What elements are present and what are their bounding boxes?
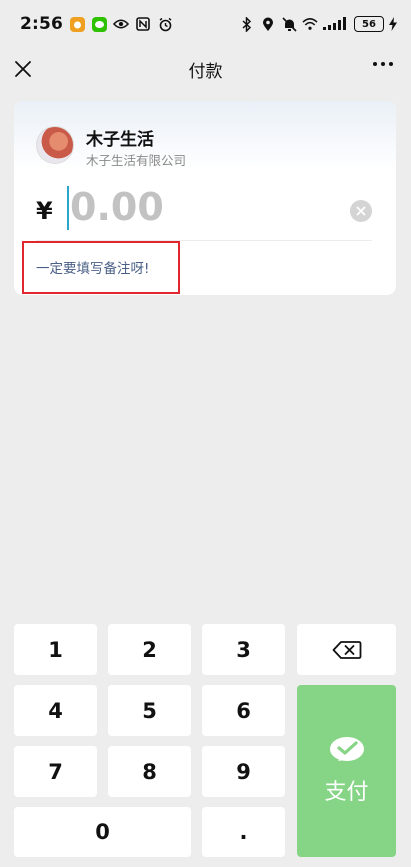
- eye-icon: [113, 16, 130, 32]
- key-2[interactable]: 2: [108, 624, 191, 675]
- key-decimal[interactable]: .: [202, 807, 285, 857]
- backspace-icon: [332, 640, 361, 659]
- nav-bar: 付款: [0, 48, 411, 90]
- bluetooth-icon: [239, 16, 255, 32]
- location-icon: [260, 16, 276, 32]
- key-6[interactable]: 6: [202, 685, 285, 736]
- amount-value: 0.00: [70, 185, 164, 229]
- more-options-button[interactable]: [373, 62, 393, 66]
- alarm-icon: [157, 16, 173, 32]
- key-8[interactable]: 8: [108, 746, 191, 797]
- wechat-pay-icon: [329, 737, 364, 761]
- key-3[interactable]: 3: [202, 624, 285, 675]
- payment-card: 木子生活 木子生活有限公司 ¥ 0.00 一定要填写备注呀!: [14, 101, 396, 295]
- app-notification-icon: [69, 16, 85, 32]
- merchant-name: 木子生活: [86, 130, 154, 150]
- clear-amount-button[interactable]: [350, 200, 372, 222]
- pay-button-label: 支付: [324, 780, 369, 805]
- more-dot: [373, 62, 377, 66]
- clear-icon: [356, 206, 366, 216]
- pay-button[interactable]: 支付: [297, 685, 396, 857]
- status-time: 2:56: [20, 14, 64, 34]
- wifi-icon: [302, 16, 318, 32]
- signal-icon: [323, 16, 349, 32]
- status-right: 56: [239, 16, 397, 32]
- currency-symbol: ¥: [36, 197, 53, 225]
- key-1[interactable]: 1: [14, 624, 97, 675]
- mute-icon: [281, 16, 297, 32]
- wechat-icon: [91, 16, 107, 32]
- key-4[interactable]: 4: [14, 685, 97, 736]
- page-title: 付款: [188, 61, 223, 82]
- text-cursor: [67, 186, 69, 230]
- close-icon: [15, 61, 31, 77]
- merchant-avatar: [36, 126, 74, 164]
- charging-icon: [389, 16, 397, 32]
- merchant-company: 木子生活有限公司: [86, 153, 187, 168]
- key-5[interactable]: 5: [108, 685, 191, 736]
- status-left: 2:56: [20, 14, 173, 34]
- amount-field[interactable]: ¥ 0.00: [14, 181, 396, 241]
- status-bar: 2:56 56: [0, 0, 411, 48]
- battery-level: 56: [362, 18, 376, 30]
- key-0[interactable]: 0: [14, 807, 191, 857]
- key-7[interactable]: 7: [14, 746, 97, 797]
- battery-indicator: 56: [354, 16, 384, 32]
- key-9[interactable]: 9: [202, 746, 285, 797]
- backspace-button[interactable]: [297, 624, 396, 675]
- numeric-keypad: 1 2 3 4 5 6 7 8 9 0 . 支付: [0, 614, 411, 867]
- close-button[interactable]: [10, 56, 36, 82]
- more-dot: [389, 62, 393, 66]
- nfc-icon: [135, 16, 151, 32]
- add-note-link[interactable]: 一定要填写备注呀!: [36, 257, 149, 277]
- more-dot: [381, 62, 385, 66]
